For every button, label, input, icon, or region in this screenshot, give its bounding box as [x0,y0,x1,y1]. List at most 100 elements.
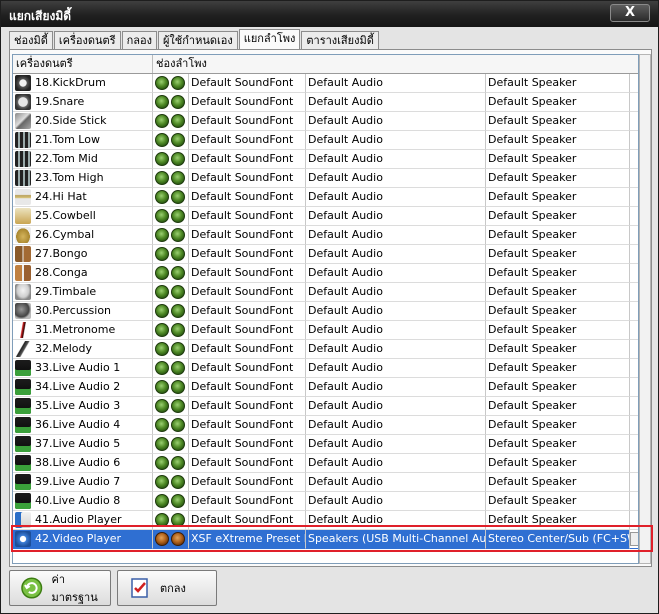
audio-device-cell[interactable]: Default Audio [306,492,486,511]
left-channel-icon[interactable] [155,285,169,299]
left-channel-icon[interactable] [155,513,169,527]
table-row[interactable]: 28.Conga Default SoundFont Default Audio De… [13,264,638,283]
row-option-button[interactable] [630,532,638,546]
table-row[interactable]: 37.Live Audio 5 Default SoundFont Default … [13,435,638,454]
row-option-cell[interactable] [630,454,638,473]
right-channel-icon[interactable] [171,133,185,147]
audio-device-cell[interactable]: Default Audio [306,169,486,188]
soundfont-cell[interactable]: Default SoundFont [189,112,306,131]
audio-device-cell[interactable]: Default Audio [306,207,486,226]
speaker-cell[interactable]: Default Speaker [486,283,630,302]
audio-device-cell[interactable]: Default Audio [306,416,486,435]
left-channel-icon[interactable] [155,190,169,204]
row-option-cell[interactable] [630,511,638,530]
audio-device-cell[interactable]: Default Audio [306,264,486,283]
soundfont-cell[interactable]: Default SoundFont [189,150,306,169]
speaker-cell[interactable]: Default Speaker [486,188,630,207]
right-channel-icon[interactable] [171,114,185,128]
right-channel-icon[interactable] [171,513,185,527]
row-option-cell[interactable] [630,378,638,397]
table-row[interactable]: 41.Audio Player Default SoundFont Default … [13,511,638,530]
speaker-cell[interactable]: Default Speaker [486,226,630,245]
audio-device-cell[interactable]: Default Audio [306,226,486,245]
speaker-cell[interactable]: Default Speaker [486,321,630,340]
ok-button[interactable]: ตกลง [117,570,217,606]
row-option-cell[interactable] [630,131,638,150]
left-channel-icon[interactable] [155,152,169,166]
left-channel-icon[interactable] [155,323,169,337]
speaker-cell[interactable]: Default Speaker [486,378,630,397]
audio-device-cell[interactable]: Default Audio [306,283,486,302]
right-channel-icon[interactable] [171,342,185,356]
table-row[interactable]: 33.Live Audio 1 Default SoundFont Default … [13,359,638,378]
speaker-cell[interactable]: Default Speaker [486,473,630,492]
right-channel-icon[interactable] [171,437,185,451]
audio-device-cell[interactable]: Default Audio [306,340,486,359]
left-channel-icon[interactable] [155,171,169,185]
row-option-cell[interactable] [630,359,638,378]
audio-device-cell[interactable]: Default Audio [306,321,486,340]
soundfont-cell[interactable]: Default SoundFont [189,435,306,454]
audio-device-cell[interactable]: Default Audio [306,397,486,416]
soundfont-cell[interactable]: Default SoundFont [189,492,306,511]
row-option-cell[interactable] [630,245,638,264]
speaker-cell[interactable]: Default Speaker [486,112,630,131]
table-row[interactable]: 42.Video Player XSF eXtreme Preset FulSpe… [13,530,638,549]
right-channel-icon[interactable] [171,285,185,299]
left-channel-icon[interactable] [155,228,169,242]
table-row[interactable]: 32.Melody Default SoundFont Default Audio D… [13,340,638,359]
speaker-cell[interactable]: Default Speaker [486,93,630,112]
left-channel-icon[interactable] [155,437,169,451]
table-row[interactable]: 30.Percussion Default SoundFont Default Au… [13,302,638,321]
left-channel-icon[interactable] [155,114,169,128]
right-channel-icon[interactable] [171,171,185,185]
table-row[interactable]: 19.Snare Default SoundFont Default Audio De… [13,93,638,112]
soundfont-cell[interactable]: Default SoundFont [189,321,306,340]
audio-device-cell[interactable]: Default Audio [306,131,486,150]
soundfont-cell[interactable]: Default SoundFont [189,302,306,321]
speaker-cell[interactable]: Default Speaker [486,511,630,530]
audio-device-cell[interactable]: Default Audio [306,454,486,473]
speaker-cell[interactable]: Default Speaker [486,150,630,169]
row-option-cell[interactable] [630,435,638,454]
right-channel-icon[interactable] [171,76,185,90]
tab-user-defined[interactable]: ผู้ใช้กำหนดเอง [157,31,238,50]
table-row[interactable]: 36.Live Audio 4 Default SoundFont Default … [13,416,638,435]
row-option-cell[interactable] [630,264,638,283]
tab-instruments[interactable]: เครื่องดนตรี [53,31,121,50]
left-channel-icon[interactable] [155,247,169,261]
row-option-cell[interactable] [630,302,638,321]
table-row[interactable]: 22.Tom Mid Default SoundFont Default Audio… [13,150,638,169]
tab-speaker-separation[interactable]: แยกลำโพง [238,29,301,50]
speaker-cell[interactable]: Default Speaker [486,264,630,283]
speaker-cell[interactable]: Stereo Center/Sub (FC+SW) [486,530,630,549]
row-option-cell[interactable] [630,169,638,188]
table-row[interactable]: 38.Live Audio 6 Default SoundFont Default … [13,454,638,473]
soundfont-cell[interactable]: XSF eXtreme Preset Ful [189,530,306,549]
tab-drums[interactable]: กลอง [121,31,157,50]
row-option-cell[interactable] [630,207,638,226]
right-channel-icon[interactable] [171,494,185,508]
right-channel-icon[interactable] [171,361,185,375]
row-option-cell[interactable] [630,321,638,340]
table-row[interactable]: 39.Live Audio 7 Default SoundFont Default … [13,473,638,492]
left-channel-icon[interactable] [155,475,169,489]
title-bar[interactable]: แยกเสียงมิดี้ X [1,1,658,27]
soundfont-cell[interactable]: Default SoundFont [189,226,306,245]
audio-device-cell[interactable]: Speakers (USB Multi-Channel Audio D [306,530,486,549]
table-row[interactable]: 40.Live Audio 8 Default SoundFont Default … [13,492,638,511]
column-header-channel[interactable]: ช่องลำโพง [153,55,638,73]
speaker-cell[interactable]: Default Speaker [486,397,630,416]
right-channel-icon[interactable] [171,380,185,394]
row-option-cell[interactable] [630,226,638,245]
soundfont-cell[interactable]: Default SoundFont [189,511,306,530]
row-option-cell[interactable] [630,93,638,112]
audio-device-cell[interactable]: Default Audio [306,359,486,378]
right-channel-icon[interactable] [171,266,185,280]
table-row[interactable]: 23.Tom High Default SoundFont Default Audi… [13,169,638,188]
left-channel-icon[interactable] [155,209,169,223]
table-row[interactable]: 29.Timbale Default SoundFont Default Audio… [13,283,638,302]
left-channel-icon[interactable] [155,133,169,147]
audio-device-cell[interactable]: Default Audio [306,511,486,530]
soundfont-cell[interactable]: Default SoundFont [189,74,306,93]
